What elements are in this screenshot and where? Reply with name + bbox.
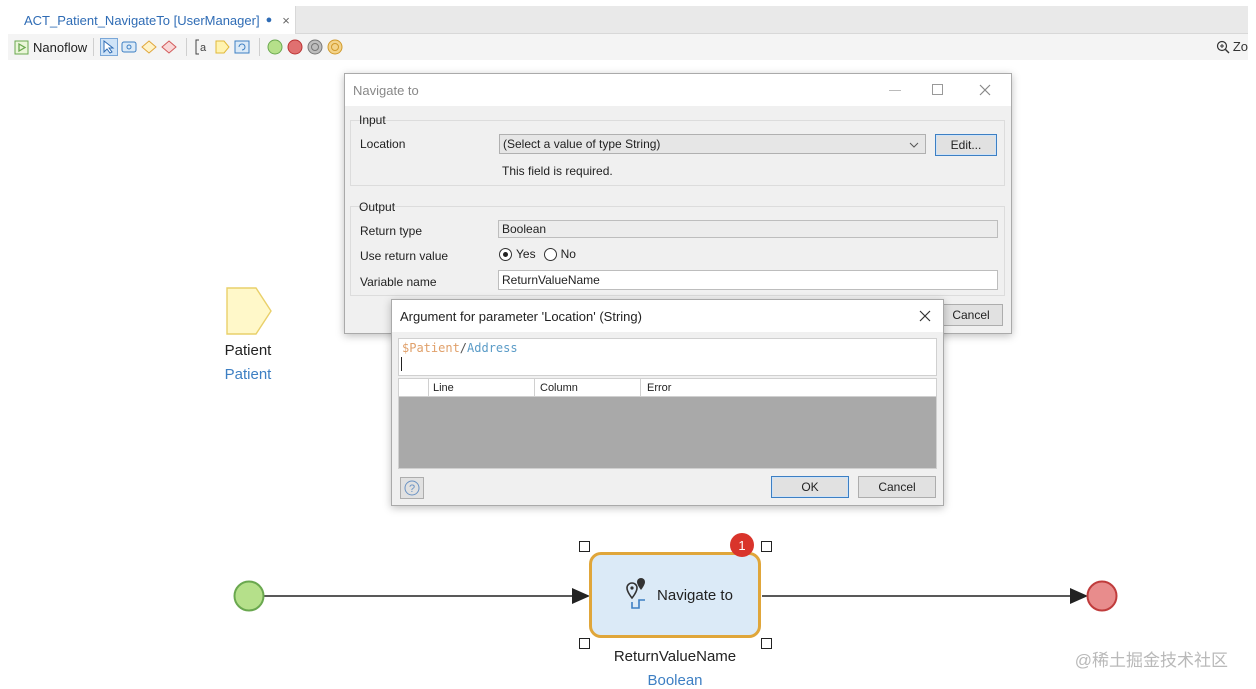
col-sep (640, 379, 641, 397)
annotation-tool-icon[interactable]: a (193, 38, 211, 56)
parameter-name: Patient (224, 342, 272, 359)
argument-dialog: Argument for parameter 'Location' (Strin… (391, 299, 944, 506)
expression-editor[interactable]: $Patient/Address (398, 338, 937, 376)
start-event-tool-icon[interactable] (266, 38, 284, 56)
required-message: This field is required. (502, 164, 613, 178)
svg-text:?: ? (409, 483, 415, 495)
loop-tool-icon[interactable] (233, 38, 251, 56)
error-table-header: Line Column Error (399, 379, 936, 397)
minimize-icon[interactable] (889, 90, 901, 91)
close-tab-icon[interactable]: × (282, 13, 290, 28)
error-count-badge[interactable]: 1 (730, 533, 754, 557)
parameter-shape-icon[interactable] (226, 287, 272, 335)
arrow-head-icon (572, 588, 590, 604)
activity-label: Navigate to (657, 586, 733, 604)
unsaved-dot-icon: ● (265, 14, 273, 26)
error-table: Line Column Error (398, 378, 937, 469)
location-select[interactable]: (Select a value of type String) (499, 134, 926, 154)
use-return-value-label: Use return value (360, 249, 449, 263)
ok-button[interactable]: OK (771, 476, 849, 498)
col-sep (534, 379, 535, 397)
maximize-icon[interactable] (932, 84, 943, 95)
argument-dialog-title: Argument for parameter 'Location' (Strin… (400, 308, 642, 324)
navigate-to-dialog: Navigate to Input Location (Select a val… (344, 73, 1012, 334)
col-line-header[interactable]: Line (433, 382, 454, 394)
chevron-down-icon (909, 142, 919, 148)
editor-tab-bar: ACT_Patient_NavigateTo [UserManager] ● × (8, 6, 1248, 34)
nanoflow-icon (14, 40, 29, 54)
edit-location-button[interactable]: Edit... (935, 134, 997, 156)
input-group-title: Input (359, 113, 386, 127)
location-label: Location (360, 137, 406, 151)
activity-tool-icon[interactable] (120, 38, 138, 56)
no-radio[interactable] (543, 247, 557, 261)
start-event[interactable] (232, 579, 266, 613)
activity-variable-name: ReturnValueName (613, 648, 737, 665)
selection-handle-top-left[interactable] (579, 541, 590, 552)
navigate-to-activity[interactable]: Navigate to (589, 552, 761, 638)
decision-tool-icon[interactable] (140, 38, 158, 56)
col-error-header[interactable]: Error (647, 382, 671, 394)
activity-variable-type: Boolean (647, 672, 703, 689)
zoom-label: Zo (1232, 39, 1248, 54)
argument-cancel-button[interactable]: Cancel (858, 476, 936, 498)
argument-dialog-titlebar: Argument for parameter 'Location' (Strin… (392, 300, 943, 332)
nanoflow-toolbar-label: Nanoflow (14, 40, 87, 55)
zoom-control[interactable]: Zo (1216, 39, 1248, 54)
expression-separator: / (459, 341, 468, 355)
yes-radio[interactable] (499, 247, 512, 261)
text-cursor (401, 357, 402, 371)
end-event[interactable] (1085, 579, 1119, 613)
expression-variable: $Patient (402, 341, 460, 355)
navigate-cancel-button[interactable]: Cancel (939, 304, 1003, 326)
tab-title: ACT_Patient_NavigateTo [UserManager] (24, 12, 260, 28)
tab-act-patient-navigateto[interactable]: ACT_Patient_NavigateTo [UserManager] ● × (8, 6, 296, 34)
header-spacer (399, 379, 429, 397)
close-icon[interactable] (979, 84, 991, 96)
badge-count: 1 (738, 537, 746, 553)
navigate-location-icon (626, 578, 646, 609)
svg-text:a: a (200, 42, 207, 54)
nanoflow-toolbar: Nanoflow a Zo (8, 34, 1248, 60)
zoom-icon (1216, 40, 1230, 53)
object-type-decision-tool-icon[interactable] (160, 38, 178, 56)
variable-name-label: Variable name (360, 275, 437, 289)
return-type-label: Return type (360, 224, 423, 238)
col-column-header[interactable]: Column (540, 382, 578, 394)
no-label: No (560, 247, 576, 261)
toolbar-separator (259, 38, 261, 56)
close-icon[interactable] (919, 310, 931, 322)
navigate-dialog-title: Navigate to (353, 82, 419, 98)
use-return-value-radios: Yes No (499, 247, 576, 261)
expression-attribute: Address (467, 341, 518, 355)
help-icon: ? (404, 480, 420, 496)
return-type-field: Boolean (498, 220, 998, 238)
selection-handle-top-right[interactable] (761, 541, 772, 552)
nanoflow-label: Nanoflow (33, 39, 88, 55)
location-select-value: (Select a value of type String) (503, 137, 661, 151)
end-event-tool-icon[interactable] (286, 38, 304, 56)
navigate-dialog-titlebar: Navigate to (345, 74, 1011, 106)
parameter-type: Patient (224, 366, 272, 383)
error-event-tool-icon[interactable] (306, 38, 324, 56)
help-button[interactable]: ? (400, 477, 424, 499)
yes-label: Yes (516, 247, 536, 261)
toolbar-separator (186, 38, 188, 56)
variable-name-input[interactable]: ReturnValueName (498, 270, 998, 290)
toolbar-separator (93, 38, 95, 56)
parameter-tool-icon[interactable] (213, 38, 231, 56)
watermark: @稀土掘金技术社区 (1074, 651, 1228, 670)
continue-event-tool-icon[interactable] (326, 38, 344, 56)
output-group-title: Output (359, 200, 396, 214)
pointer-tool-icon[interactable] (100, 38, 119, 56)
